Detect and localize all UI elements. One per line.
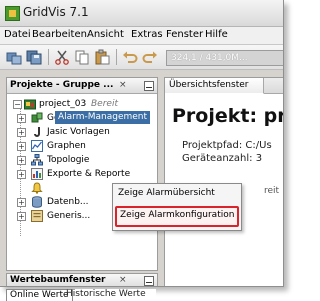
menu-item-label: Zeige Alarmkonfiguration	[120, 210, 235, 220]
device-count: Geräteanzahl: 3	[182, 153, 263, 164]
coordinate-readout: 324,1 / 431,0M...	[166, 50, 283, 66]
tree-item-jasic[interactable]: + Jasic Vorlagen	[17, 125, 155, 139]
tree-item-exporte[interactable]: + Exporte & Reporte	[17, 167, 155, 181]
expand-icon[interactable]: +	[17, 128, 26, 137]
undo-icon[interactable]	[122, 49, 138, 65]
tree-label: Datenb...	[47, 197, 89, 207]
menu-extras[interactable]: Extras	[131, 29, 163, 40]
overview-panel: Übersichtsfenster Projekt: pr Projektpfa…	[164, 77, 284, 286]
tree-label: Topologie	[47, 155, 90, 165]
jasic-icon	[34, 127, 40, 137]
expand-icon[interactable]: +	[17, 142, 26, 151]
minimize-icon[interactable]	[144, 276, 154, 286]
minimize-icon[interactable]	[144, 81, 154, 91]
menu-datei[interactable]: Datei	[4, 29, 31, 40]
expand-icon[interactable]: +	[17, 198, 26, 207]
expand-icon[interactable]: +	[17, 170, 26, 179]
gridvis-logo-icon	[5, 6, 20, 21]
alarm-icon	[31, 182, 43, 194]
topology-icon	[31, 154, 43, 166]
value-tree-panel-title: Wertebaumfenster	[10, 275, 106, 285]
tab-overview-label: Übersichtsfenster	[169, 80, 249, 90]
copy-icon[interactable]	[74, 49, 90, 65]
tab-online-values[interactable]: Online Werte	[6, 289, 73, 301]
redo-icon[interactable]	[142, 49, 158, 65]
value-tree-tabs: Online Werte Historische Werte	[6, 289, 156, 301]
menu-bearbeiten[interactable]: Bearbeiten	[32, 29, 87, 40]
application-window: GridVis 7.1 Datei Bearbeiten Ansicht Ext…	[0, 0, 284, 287]
tree-label: Jasic Vorlagen	[47, 127, 110, 137]
graph-icon	[31, 140, 43, 152]
tab-strip	[264, 78, 283, 94]
devices-icon	[31, 112, 43, 123]
tree-item-graphen[interactable]: + Graphen	[17, 139, 155, 153]
project-icon[interactable]	[6, 49, 22, 65]
expand-icon[interactable]: +	[17, 212, 26, 221]
generic-icon	[31, 210, 43, 222]
paste-icon[interactable]	[94, 49, 110, 65]
close-icon[interactable]: ×	[119, 275, 127, 285]
tree-label: Generis...	[47, 211, 91, 221]
title-bar[interactable]: GridVis 7.1	[0, 0, 283, 27]
toolbar-separator	[48, 49, 49, 65]
database-icon	[32, 196, 42, 208]
menu-hilfe[interactable]: Hilfe	[205, 29, 228, 40]
project-status: Bereit	[91, 99, 118, 109]
project-folder-icon	[24, 99, 36, 110]
tree-root-project[interactable]: − project_03 Bereit	[9, 97, 155, 111]
tree-item-topologie[interactable]: + Topologie	[17, 153, 155, 167]
tab-historic-values[interactable]: Historische Werte	[66, 289, 146, 300]
collapse-icon[interactable]: −	[13, 100, 22, 109]
expand-icon[interactable]: +	[17, 156, 26, 165]
menu-ansicht[interactable]: Ansicht	[87, 29, 124, 40]
tab-overview[interactable]: Übersichtsfenster	[165, 78, 264, 94]
close-icon[interactable]: ×	[119, 80, 127, 90]
window-title: GridVis 7.1	[23, 5, 89, 19]
expand-icon[interactable]: +	[17, 114, 26, 123]
project-name: project_03	[39, 99, 87, 109]
context-menu: Zeige Alarmübersicht Zeige Alarmkonfigur…	[112, 183, 242, 231]
tree-label-alarm-management: Alarm-Management	[58, 112, 148, 122]
status-text: reit	[264, 186, 280, 196]
project-path: Projektpfad: C:/Us	[182, 140, 272, 151]
menu-bar: Datei Bearbeiten Ansicht Extras Fenster …	[0, 27, 283, 45]
project-panel: Projekte - Gruppe ... × − project_03 Ber…	[6, 77, 158, 271]
value-tree-panel-header: Wertebaumfenster ×	[6, 273, 158, 286]
tree-item-selection[interactable]: Alarm-Management	[55, 111, 150, 124]
toolbar: 324,1 / 431,0M...	[0, 45, 283, 70]
toolbar-separator	[116, 49, 117, 65]
menu-item-show-alarm-configuration[interactable]: Zeige Alarmkonfiguration	[115, 206, 239, 227]
project-panel-title: Projekte - Gruppe ...	[10, 80, 114, 90]
save-all-icon[interactable]	[26, 49, 42, 65]
export-icon	[31, 168, 43, 180]
cut-icon[interactable]	[54, 49, 70, 65]
tree-label: Exporte & Reporte	[47, 169, 131, 179]
project-panel-header: Projekte - Gruppe ... ×	[7, 78, 157, 94]
tree-label: Graphen	[47, 141, 86, 151]
project-heading: Projekt: pr	[172, 105, 284, 127]
menu-fenster[interactable]: Fenster	[166, 29, 203, 40]
menu-item-show-alarm-overview[interactable]: Zeige Alarmübersicht	[118, 188, 215, 198]
